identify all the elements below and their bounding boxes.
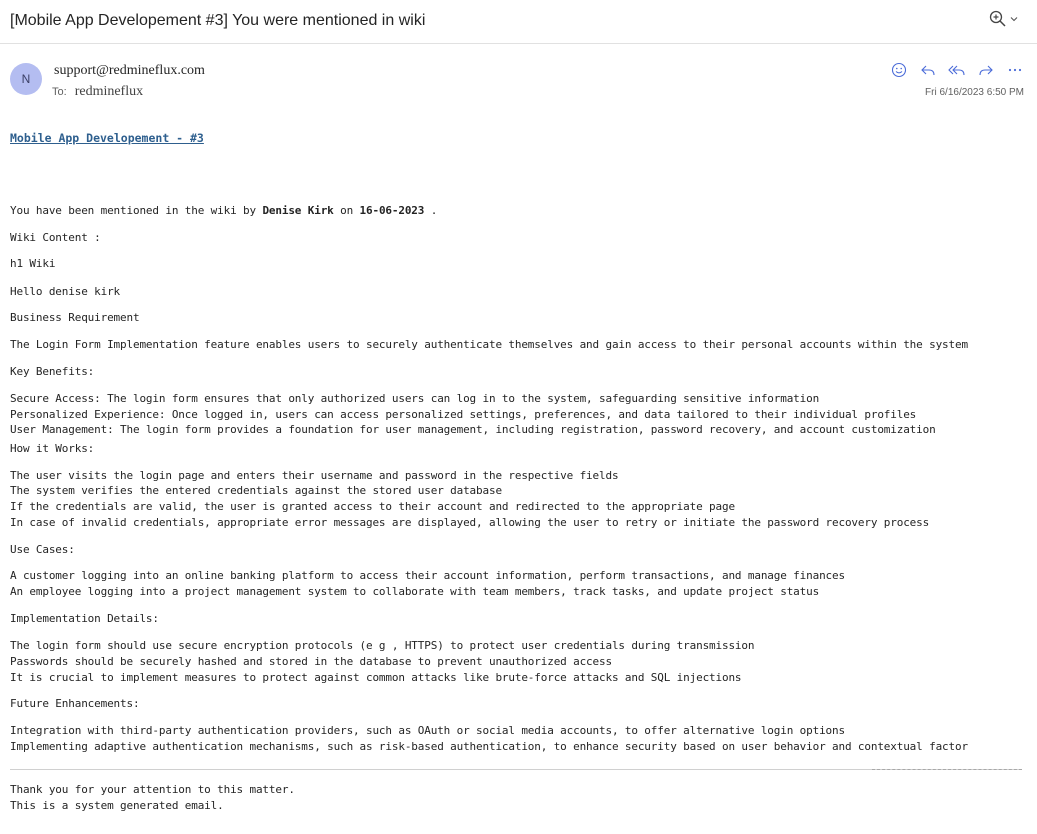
list-item: The user visits the login page and enter… [10, 469, 619, 482]
to-label: To: [52, 86, 67, 98]
list-item: Personalized Experience: Once logged in,… [10, 408, 917, 421]
mention-author: Denise Kirk [262, 204, 334, 217]
list-item: Secure Access: The login form ensures th… [10, 392, 820, 405]
reply-icon [921, 65, 935, 76]
list-item: The system verifies the entered credenti… [10, 484, 502, 497]
forward-icon [979, 65, 993, 76]
list-item: User Management: The login form provides… [10, 423, 936, 436]
footer-divider [10, 769, 1022, 770]
list-item: Integration with third-party authenticat… [10, 724, 845, 737]
emoji-icon [891, 62, 907, 78]
wiki-content-label: Wiki Content : [10, 231, 101, 244]
reply-all-button[interactable] [947, 60, 967, 80]
future-heading: Future Enhancements: [10, 697, 140, 710]
zoom-button[interactable] [989, 10, 1019, 28]
received-date: Fri 6/16/2023 6:50 PM [925, 87, 1024, 98]
mention-date: 16-06-2023 [359, 204, 425, 217]
system-generated-line: This is a system generated email. [10, 799, 224, 812]
greeting: Hello denise kirk [10, 285, 121, 298]
key-benefits-heading: Key Benefits: [10, 365, 95, 378]
recipient-name[interactable]: redmineflux [75, 84, 143, 100]
list-item: The login form should use secure encrypt… [10, 639, 755, 652]
thanks-line: Thank you for your attention to this mat… [10, 783, 295, 796]
how-it-works-heading: How it Works: [10, 442, 95, 455]
subject-bar: [Mobile App Developement #3] You were me… [0, 0, 1037, 44]
reply-button[interactable] [918, 60, 938, 80]
intro-paragraph: The Login Form Implementation feature en… [10, 338, 968, 351]
wiki-heading: h1 Wiki [10, 257, 56, 270]
list-item: It is crucial to implement measures to p… [10, 671, 742, 684]
forward-button[interactable] [976, 60, 996, 80]
implementation-heading: Implementation Details: [10, 612, 159, 625]
zoom-in-icon [989, 10, 1006, 27]
mention-on: on [333, 204, 360, 217]
issue-link[interactable]: Mobile App Developement - #3 [10, 131, 204, 145]
more-icon [1008, 68, 1022, 72]
reply-all-icon [948, 65, 965, 76]
sender-avatar: N [10, 63, 42, 95]
list-item: Implementing adaptive authentication mec… [10, 740, 968, 753]
sender-address[interactable]: support@redmineflux.com [54, 63, 205, 79]
list-item: Passwords should be securely hashed and … [10, 655, 612, 668]
mention-prefix: You have been mentioned in the wiki by [10, 204, 263, 217]
message-actions [889, 60, 1025, 80]
list-item: A customer logging into an online bankin… [10, 569, 845, 582]
chevron-down-icon [1010, 17, 1018, 22]
more-actions-button[interactable] [1005, 60, 1025, 80]
mention-line: You have been mentioned in the wiki by D… [10, 204, 437, 217]
mention-suffix: . [424, 204, 438, 217]
business-requirement-heading: Business Requirement [10, 311, 140, 324]
list-item: In case of invalid credentials, appropri… [10, 516, 930, 529]
list-item: An employee logging into a project manag… [10, 585, 820, 598]
footer-divider-dashed [872, 769, 1022, 770]
email-subject: [Mobile App Developement #3] You were me… [10, 12, 426, 29]
use-cases-heading: Use Cases: [10, 543, 75, 556]
emoji-button[interactable] [889, 60, 909, 80]
recipient-row: To: redmineflux [52, 84, 143, 100]
list-item: If the credentials are valid, the user i… [10, 500, 735, 513]
